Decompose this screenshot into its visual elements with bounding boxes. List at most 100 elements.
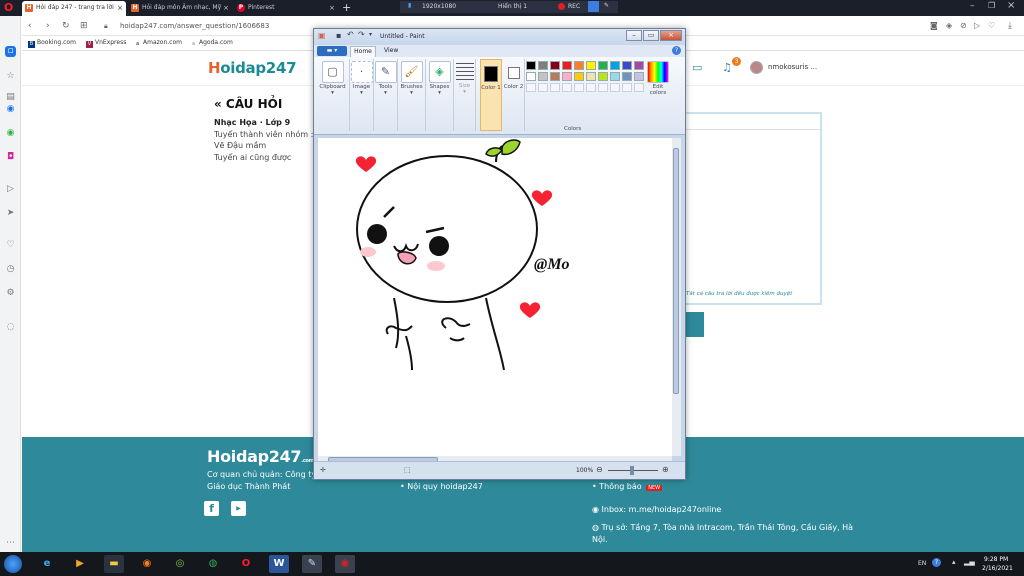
instagram-icon[interactable]: ◘ <box>5 152 16 163</box>
heart-icon[interactable]: ♡ <box>988 21 995 30</box>
zoom-out-icon[interactable]: ⊖ <box>596 465 603 474</box>
minimize-icon[interactable]: – <box>970 1 975 11</box>
palette-swatch[interactable] <box>526 72 536 81</box>
play-icon[interactable]: ▷ <box>974 21 980 30</box>
player-icon[interactable]: ▷ <box>5 184 16 195</box>
tab-hoidap-answer[interactable]: H Hỏi đáp 247 - trang tra lời × <box>22 1 126 16</box>
forward-icon[interactable]: › <box>46 21 50 31</box>
bell-icon[interactable]: ♫ <box>722 61 732 74</box>
speed-dial-icon[interactable]: ⊞ <box>80 21 88 31</box>
clipboard-group[interactable]: ▢ Clipboard ▾ <box>316 59 350 131</box>
empty-custom-swatch[interactable] <box>586 83 596 92</box>
facebook-icon[interactable]: f <box>204 501 219 516</box>
url-field[interactable]: hoidap247.com/answer_question/1606683 <box>120 22 269 30</box>
palette-swatch[interactable] <box>622 72 632 81</box>
palette-swatch[interactable] <box>610 61 620 70</box>
zoom-in-icon[interactable]: ⊕ <box>662 465 669 474</box>
settings-icon[interactable]: ⚙ <box>5 288 16 299</box>
network-icon[interactable]: ▂▄ <box>964 558 975 566</box>
chrome-icon[interactable]: ◍ <box>203 555 223 573</box>
paint-title-bar[interactable]: ▣ ▪ ↶ ↷ ▾ Untitled - Paint – ▭ × <box>314 29 685 45</box>
tab-hoidap-music[interactable]: H Hỏi đáp môn Âm nhạc, Mỹ × <box>128 1 232 16</box>
submit-button[interactable] <box>684 312 704 337</box>
footer-notice-link[interactable]: • Thông báo NEW <box>592 482 663 491</box>
tray-chevron-icon[interactable]: ▴ <box>952 558 956 566</box>
site-logo[interactable]: Hoidap247 <box>208 59 297 77</box>
send-icon[interactable]: ➤ <box>5 208 16 219</box>
bookmark-vnexpress[interactable]: V VnExpress <box>86 39 126 48</box>
maximize-icon[interactable]: ▭ <box>643 30 659 41</box>
window-close-icon[interactable]: × <box>1007 0 1015 11</box>
workspace-icon[interactable]: ▤ <box>5 92 16 103</box>
empty-custom-swatch[interactable] <box>574 83 584 92</box>
paint-app-icon[interactable]: ▣ <box>318 31 326 40</box>
palette-swatch[interactable] <box>586 72 596 81</box>
bulb-icon[interactable]: ◌ <box>5 322 16 333</box>
palette-swatch[interactable] <box>538 72 548 81</box>
back-icon[interactable]: ‹ <box>28 21 32 31</box>
restore-icon[interactable]: ❐ <box>988 1 995 10</box>
palette-swatch[interactable] <box>538 61 548 70</box>
palette-swatch[interactable] <box>574 72 584 81</box>
help-icon[interactable]: ? <box>672 46 681 55</box>
empty-custom-swatch[interactable] <box>550 83 560 92</box>
empty-custom-swatch[interactable] <box>634 83 644 92</box>
media-player-icon[interactable]: ▶ <box>70 555 90 573</box>
footer-logo[interactable]: Hoidap247.com <box>207 447 314 466</box>
empty-custom-swatch[interactable] <box>526 83 536 92</box>
opera-icon[interactable]: O <box>236 555 256 573</box>
color2-button[interactable]: Color 2 <box>503 59 525 131</box>
empty-custom-swatch[interactable] <box>598 83 608 92</box>
close-icon[interactable]: × <box>223 4 229 12</box>
vertical-scrollbar[interactable] <box>672 138 681 456</box>
answer-editor[interactable]: Tất cả câu trả lời đều được kiểm duyệt <box>684 112 822 305</box>
palette-swatch[interactable] <box>610 72 620 81</box>
save-icon[interactable]: ▪ <box>336 31 341 40</box>
palette-swatch[interactable] <box>598 72 608 81</box>
palette-swatch[interactable] <box>526 61 536 70</box>
empty-custom-swatch[interactable] <box>562 83 572 92</box>
help-tray-icon[interactable]: ? <box>932 558 941 567</box>
palette-swatch[interactable] <box>586 61 596 70</box>
page-title[interactable]: « CÂU HỎI <box>214 97 282 111</box>
history-icon[interactable]: ◷ <box>5 264 16 275</box>
stop-icon[interactable] <box>588 1 599 12</box>
clock-time[interactable]: 9:28 PM <box>984 556 1008 563</box>
tab-home[interactable]: Home <box>350 46 376 57</box>
tools-group[interactable]: ✎ Tools ▾ <box>374 59 398 131</box>
file-explorer-icon[interactable]: ▬ <box>104 555 124 573</box>
image-group[interactable]: · Image ▾ <box>350 59 374 131</box>
palette-swatch[interactable] <box>634 72 644 81</box>
palette-swatch[interactable] <box>562 61 572 70</box>
scroll-thumb[interactable] <box>673 148 679 394</box>
user-name[interactable]: nmokosuris ... <box>768 63 817 71</box>
size-group[interactable]: Size ▾ <box>454 59 476 131</box>
palette-swatch[interactable] <box>550 72 560 81</box>
close-icon[interactable]: × <box>117 4 123 12</box>
brushes-group[interactable]: 🖌︎ Brushes ▾ <box>398 59 426 131</box>
bookmark-booking[interactable]: B Booking.com <box>28 39 76 48</box>
new-tab-button[interactable]: + <box>342 1 351 14</box>
paint-window[interactable]: ▣ ▪ ↶ ↷ ▾ Untitled - Paint – ▭ × ▬ ▾ Hom… <box>313 28 686 480</box>
internet-explorer-icon[interactable]: e <box>37 555 57 573</box>
close-icon[interactable]: × <box>660 30 682 41</box>
palette-swatch[interactable] <box>562 72 572 81</box>
adblock-icon[interactable]: ⊘ <box>960 21 967 30</box>
reload-icon[interactable]: ↻ <box>62 21 70 31</box>
chat-icon[interactable]: ▭ <box>692 61 702 74</box>
footer-inbox[interactable]: ◉ Inbox: m.me/hoidap247online <box>592 505 721 514</box>
zoom-slider[interactable] <box>608 466 658 475</box>
color1-button[interactable]: Color 1 <box>480 59 502 131</box>
bookmark-amazon[interactable]: a Amazon.com <box>134 39 182 48</box>
avatar[interactable] <box>750 61 763 74</box>
recorder-taskbar-icon[interactable]: ◉ <box>335 555 355 573</box>
palette-swatch[interactable] <box>550 61 560 70</box>
opera-logo-icon[interactable]: O <box>4 1 13 14</box>
youtube-icon[interactable]: ▶ <box>231 501 246 516</box>
shield-icon[interactable]: ◈ <box>946 21 952 30</box>
empty-custom-swatch[interactable] <box>610 83 620 92</box>
close-icon[interactable]: × <box>329 4 335 12</box>
word-icon[interactable]: W <box>269 555 289 573</box>
firefox-icon[interactable]: ◉ <box>137 555 157 573</box>
palette-swatch[interactable] <box>574 61 584 70</box>
